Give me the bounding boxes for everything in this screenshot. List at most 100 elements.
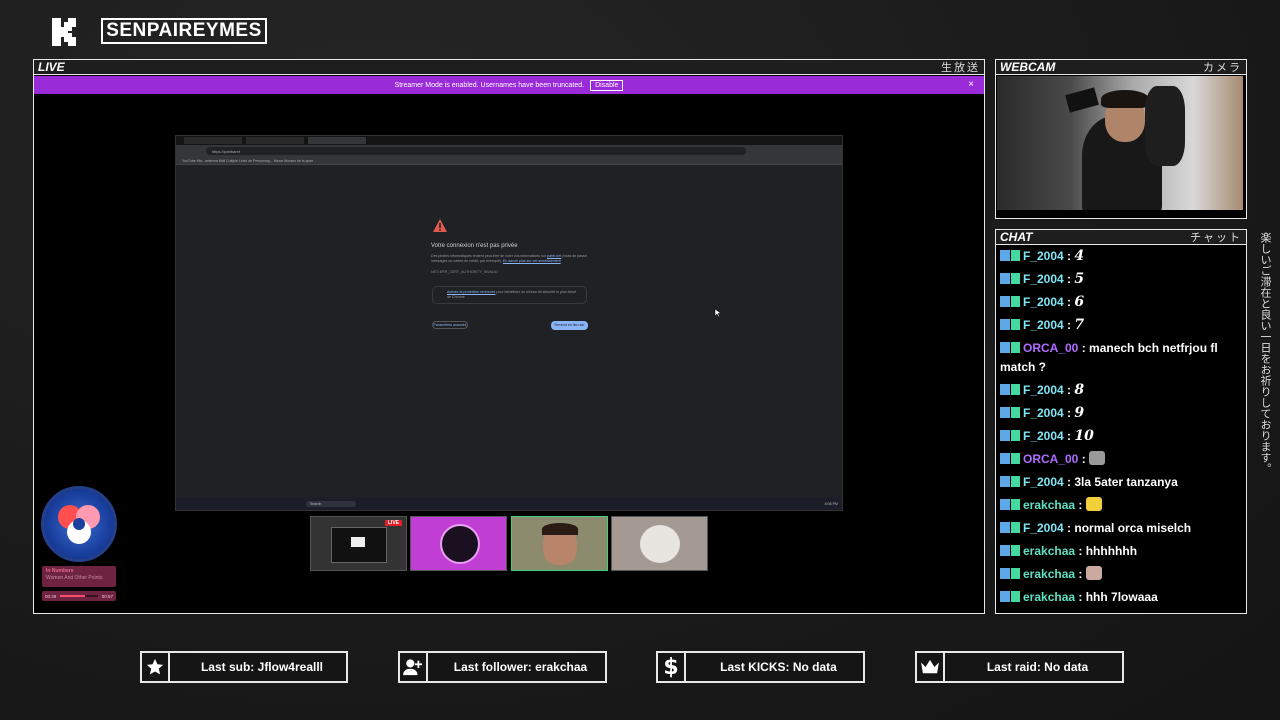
enhanced-protection-link[interactable]: Activez la protection renforcée xyxy=(447,290,495,294)
advanced-button[interactable]: Paramètres avancés xyxy=(432,321,468,329)
track-artist: Women And Other Points xyxy=(46,575,103,581)
browser-tab-active[interactable] xyxy=(308,137,366,144)
chat-panel-header: CHAT チャット xyxy=(996,230,1246,245)
kick-logo-icon xyxy=(52,18,76,46)
track-total: 00:57 xyxy=(101,593,113,599)
chat-username[interactable]: F_2004 xyxy=(1023,383,1064,397)
chat-username[interactable]: ORCA_00 xyxy=(1023,341,1078,355)
chat-username[interactable]: F_2004 xyxy=(1023,521,1064,535)
chat-username[interactable]: F_2004 xyxy=(1023,249,1064,263)
error-body: Des pirates informatiques tentent peut-ê… xyxy=(431,254,591,264)
enhanced-protection-box: Activez la protection renforcée pour bén… xyxy=(432,286,587,304)
error-body-text: Des pirates informatiques tentent peut-ê… xyxy=(431,254,547,258)
last-raid-box: Last raid: No data xyxy=(915,651,1124,683)
windows-taskbar: Search 8:05 PM xyxy=(176,497,842,510)
chat-message-text: 6 xyxy=(1074,294,1085,310)
live-badge: LIVE xyxy=(384,520,402,526)
disable-button[interactable]: Disable xyxy=(590,79,624,91)
taskbar-search[interactable]: Search xyxy=(306,500,356,507)
chat-separator: : xyxy=(1063,475,1075,489)
chat-separator: : xyxy=(1063,249,1075,263)
error-domain-link[interactable]: patrb.net xyxy=(547,254,561,258)
screen-share-thumbnail[interactable]: LIVE xyxy=(310,516,407,571)
chat-username[interactable]: F_2004 xyxy=(1023,406,1064,420)
browser-tab[interactable] xyxy=(246,137,304,144)
error-title: Votre connexion n'est pas privée xyxy=(431,243,518,249)
chat-message: erakchaa : xyxy=(1000,496,1242,515)
participant-avatar-thumbnail[interactable] xyxy=(410,516,507,571)
chat-badge-icon xyxy=(1000,476,1020,487)
chat-badge-icon xyxy=(1000,296,1020,307)
chat-message: F_2004 : 3la 5ater tanzanya xyxy=(1000,473,1242,492)
chat-separator: : xyxy=(1075,544,1086,558)
chat-message: ORCA_00 : xyxy=(1000,450,1242,469)
chat-username[interactable]: ORCA_00 xyxy=(1023,452,1078,466)
chat-badge-icon xyxy=(1000,545,1020,556)
browser-tab[interactable] xyxy=(184,137,242,144)
channel-name: SENPAIREYMES xyxy=(101,18,267,44)
chat-message-text: 4 xyxy=(1074,248,1085,264)
chat-username[interactable]: F_2004 xyxy=(1023,318,1064,332)
chat-message-text: 7 xyxy=(1074,317,1085,333)
back-to-safety-button[interactable]: Revenir en lieu sûr xyxy=(551,321,588,330)
chat-separator: : xyxy=(1063,406,1075,420)
live-panel-jp: 生放送 xyxy=(941,61,980,74)
participant-hamster-thumbnail[interactable] xyxy=(611,516,708,571)
shared-browser-window: https://patrbaret YouTube Mis...antenna … xyxy=(175,135,843,511)
chat-username[interactable]: F_2004 xyxy=(1023,295,1064,309)
url-field[interactable]: https://patrbaret xyxy=(206,147,746,155)
live-panel-header: LIVE 生放送 xyxy=(34,60,984,75)
chat-message: F_2004 : 5 xyxy=(1000,270,1242,289)
chat-username[interactable]: F_2004 xyxy=(1023,272,1064,286)
chat-separator: : xyxy=(1078,341,1090,355)
chat-badge-icon xyxy=(1000,522,1020,533)
chat-badge-icon xyxy=(1000,430,1020,441)
chat-username[interactable]: erakchaa xyxy=(1023,567,1075,581)
album-art-disc xyxy=(41,486,117,562)
chat-separator: : xyxy=(1075,590,1086,604)
chat-panel-jp: チャット xyxy=(1190,231,1242,244)
chat-separator: : xyxy=(1075,498,1086,512)
webcam-panel: WEBCAM カメラ xyxy=(995,59,1247,219)
webcam-panel-title: WEBCAM xyxy=(1000,60,1056,74)
side-japanese-text: 楽しいご滞在と良い一日をお祈りしております。 xyxy=(1259,232,1272,474)
last-raid-label: Last raid: No data xyxy=(986,660,1089,674)
star-icon xyxy=(142,653,170,681)
dollar-icon: $ xyxy=(658,653,686,681)
last-kicks-box: $ Last KICKS: No data xyxy=(656,651,865,683)
chat-message-text: 9 xyxy=(1074,405,1085,421)
chat-username[interactable]: erakchaa xyxy=(1023,590,1075,604)
last-follower-label: Last follower: erakchaa xyxy=(453,660,588,674)
chat-separator: : xyxy=(1075,567,1086,581)
chat-badge-icon xyxy=(1000,453,1020,464)
streamer-mode-text: Streamer Mode is enabled. Usernames have… xyxy=(394,81,585,89)
chat-separator: : xyxy=(1063,429,1075,443)
taskbar-clock: 8:05 PM xyxy=(824,501,838,506)
warning-icon xyxy=(433,219,447,232)
chat-panel: CHAT チャット F_2004 : 4 F_2004 : 5 F_2004 : 6… xyxy=(995,229,1247,614)
webcam-panel-jp: カメラ xyxy=(1203,61,1242,74)
chat-message: erakchaa : hhhhhhh xyxy=(1000,542,1242,561)
chat-message-text: hhhhhhh xyxy=(1085,544,1138,558)
participant-camera-thumbnail[interactable] xyxy=(511,516,608,571)
last-sub-label: Last sub: Jflow4realll xyxy=(200,660,324,674)
track-card: In Numbers Women And Other Points xyxy=(42,566,116,587)
chat-username[interactable]: erakchaa xyxy=(1023,498,1075,512)
chat-message-text: 8 xyxy=(1074,382,1085,398)
chat-message-list: F_2004 : 4 F_2004 : 5 F_2004 : 6 F_2004 : 7… xyxy=(1000,247,1242,611)
bookmarks-bar: YouTube Mis...antenna Mail Cuttiple Link… xyxy=(176,157,842,165)
chat-message: F_2004 : normal orca miselch xyxy=(1000,519,1242,538)
webcam-feed xyxy=(997,76,1243,210)
close-banner-icon[interactable]: × xyxy=(968,79,974,90)
learn-more-link[interactable]: En savoir plus sur cet avertissement xyxy=(503,259,561,263)
track-progress: 00:38 00:57 xyxy=(42,591,116,601)
chat-message: F_2004 : 8 xyxy=(1000,381,1242,400)
chat-message-text: 3la 5ater tanzanya xyxy=(1074,475,1178,489)
chat-username[interactable]: F_2004 xyxy=(1023,429,1064,443)
chat-message-text: 10 xyxy=(1074,428,1094,444)
chat-username[interactable]: F_2004 xyxy=(1023,475,1064,489)
chat-message: erakchaa : hhh 7lowaaa xyxy=(1000,588,1242,607)
chat-message: ORCA_00 : manech bch netfrjou fl match ? xyxy=(1000,339,1242,377)
chat-badge-icon xyxy=(1000,250,1020,261)
chat-username[interactable]: erakchaa xyxy=(1023,544,1075,558)
